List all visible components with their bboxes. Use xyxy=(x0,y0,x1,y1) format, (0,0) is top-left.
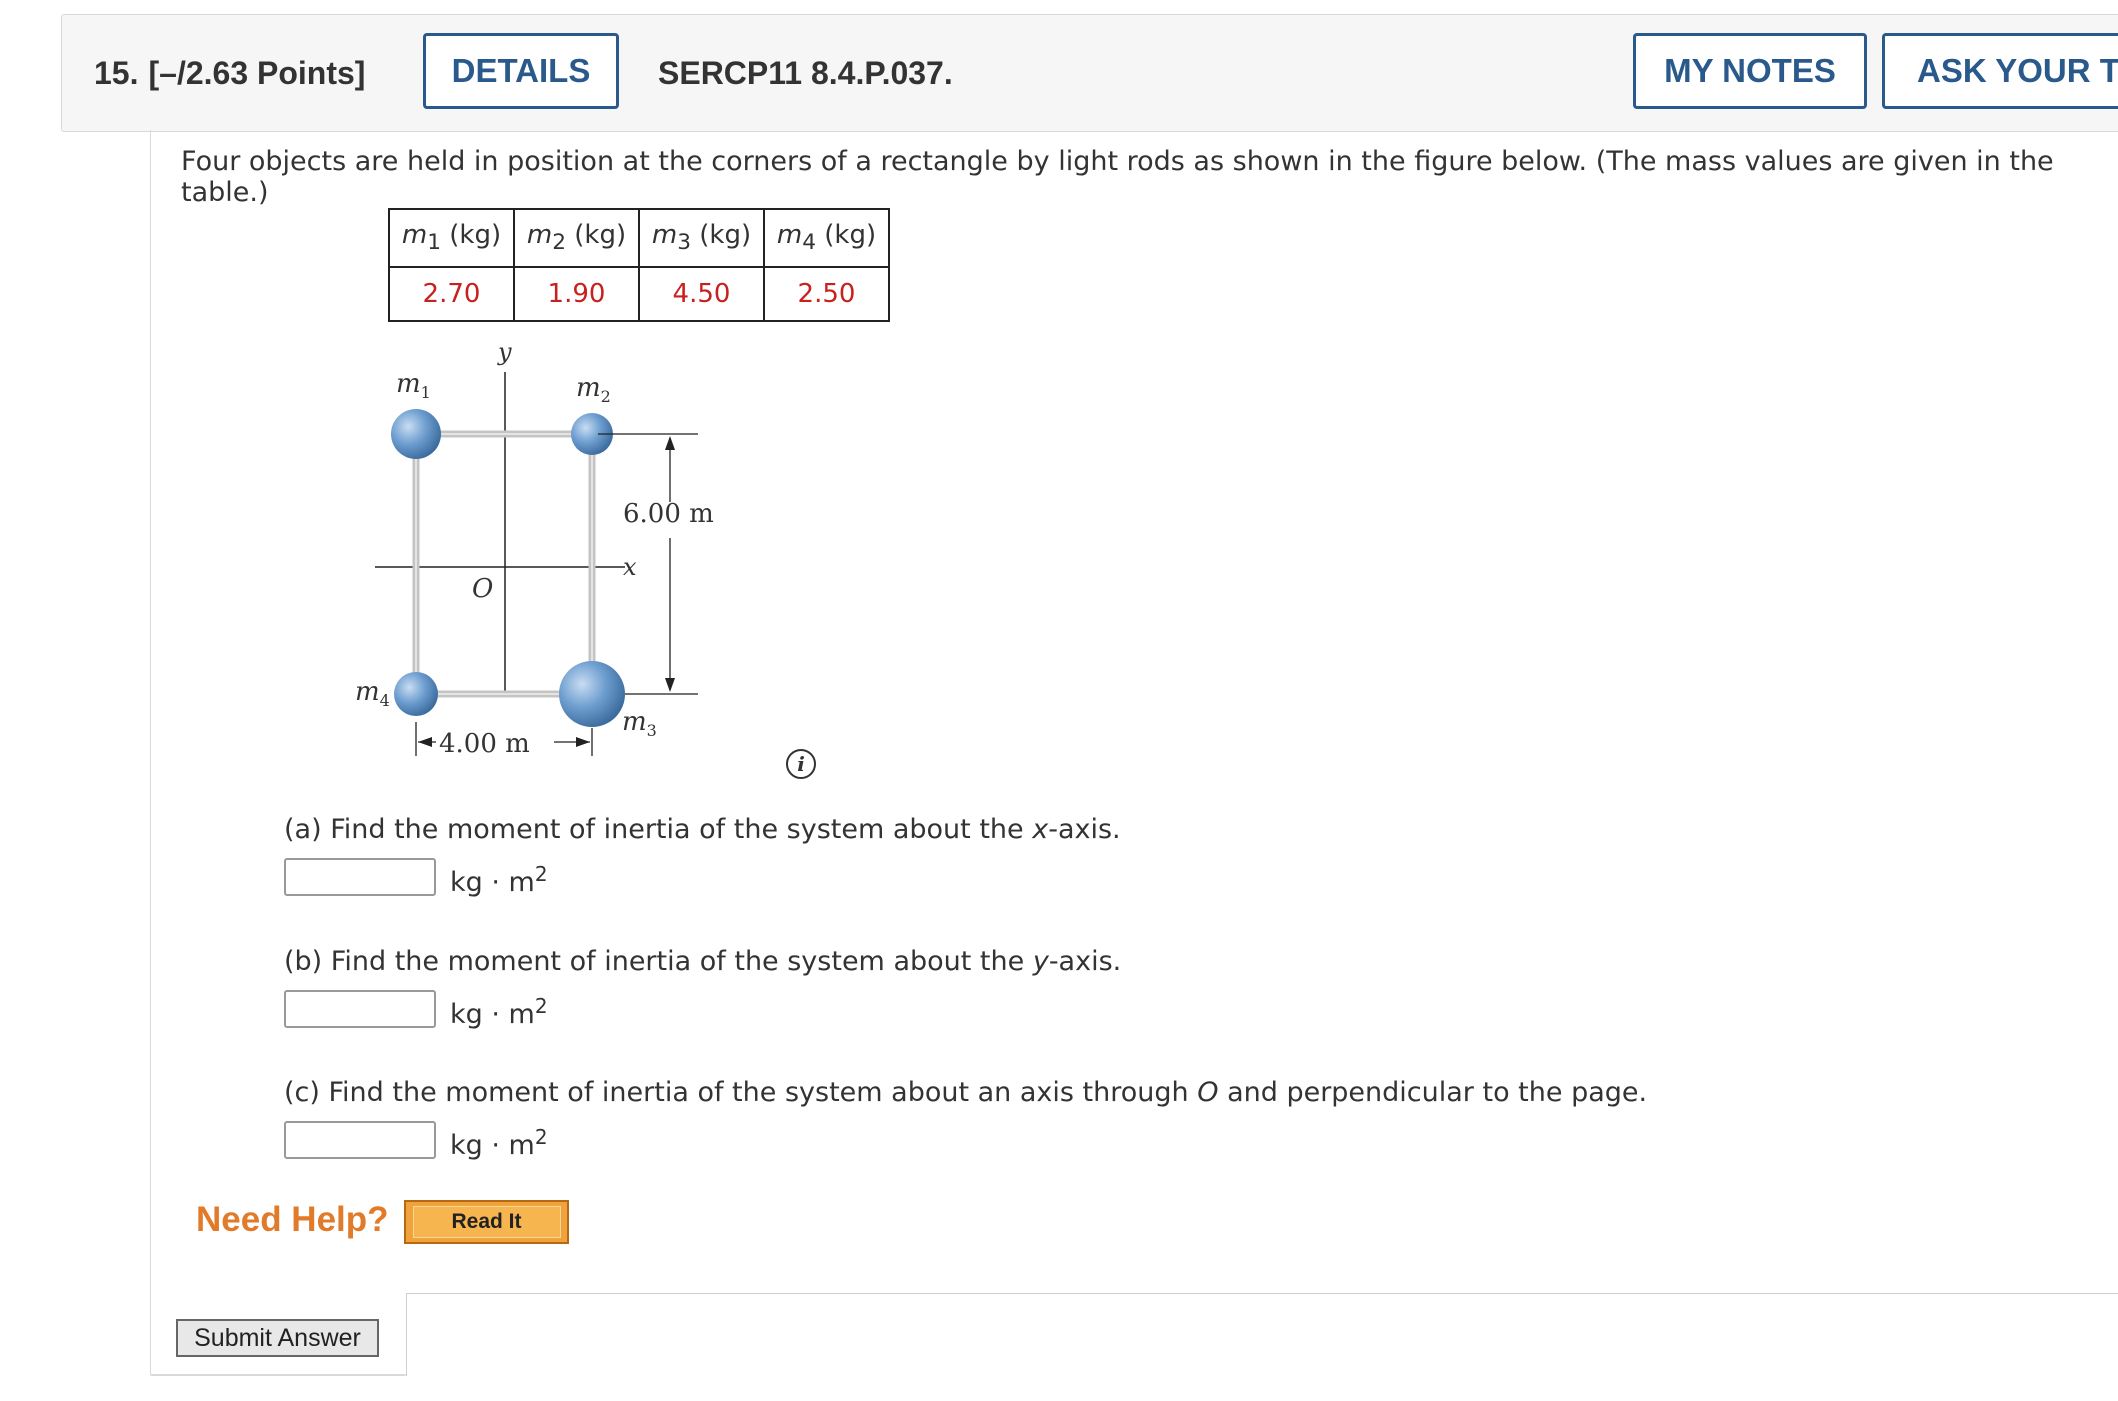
part-c-unit: kg · m2 xyxy=(450,1125,548,1161)
submit-answer-button[interactable]: Submit Answer xyxy=(176,1319,379,1357)
section-divider-vertical xyxy=(406,1293,407,1376)
body-bottom-border xyxy=(150,1374,406,1376)
part-c-question: (c) Find the moment of inertia of the sy… xyxy=(284,1077,1648,1108)
figure-info-icon[interactable]: i xyxy=(786,749,816,779)
part-b-unit: kg · m2 xyxy=(450,994,548,1030)
mass-table-header: m3 (kg) xyxy=(638,208,765,268)
origin-label: O xyxy=(472,574,493,604)
mass-table-header: m4 (kg) xyxy=(763,208,890,268)
y-axis-label: y xyxy=(497,338,512,366)
mass-table: m1 (kg) m2 (kg) m3 (kg) m4 (kg) 2.70 1.9… xyxy=(388,208,890,322)
m4-label: m4 xyxy=(355,677,390,710)
read-it-label: Read It xyxy=(412,1206,561,1238)
x-axis-label: x xyxy=(623,553,637,581)
problem-statement: Four objects are held in position at the… xyxy=(181,146,2054,208)
question-number: 15. xyxy=(94,55,139,91)
read-it-button[interactable]: Read It xyxy=(404,1200,569,1244)
part-b-answer-input[interactable] xyxy=(284,990,436,1028)
question-header: 15. [–/2.63 Points] DETAILS SERCP11 8.4.P… xyxy=(61,14,2118,132)
details-button[interactable]: DETAILS xyxy=(423,33,619,109)
mass-table-value-row: 2.70 1.90 4.50 2.50 xyxy=(388,266,890,322)
m2-label: m2 xyxy=(576,373,611,406)
rectangle-masses-figure: y x O m1 m2 m3 m4 6.00 m 4.00 m xyxy=(355,338,714,759)
my-notes-button[interactable]: MY NOTES xyxy=(1633,33,1867,109)
mass-value-m1: 2.70 xyxy=(388,266,515,322)
width-dimension-label: 4.00 m xyxy=(439,729,530,759)
m3-label: m3 xyxy=(622,707,657,740)
part-a-answer-input[interactable] xyxy=(284,858,436,896)
mass-m4 xyxy=(394,672,438,716)
mass-table-header-row: m1 (kg) m2 (kg) m3 (kg) m4 (kg) xyxy=(388,208,890,268)
m1-label: m1 xyxy=(396,369,431,402)
rods xyxy=(412,430,596,698)
points-label: [–/2.63 Points] xyxy=(148,55,366,91)
mass-value-m4: 2.50 xyxy=(763,266,890,322)
question-title: 15. [–/2.63 Points] xyxy=(94,55,365,92)
height-dimension xyxy=(598,433,698,695)
mass-value-m3: 4.50 xyxy=(638,266,765,322)
part-a-question: (a) Find the moment of inertia of the sy… xyxy=(284,814,1121,845)
mass-table-header: m1 (kg) xyxy=(388,208,515,268)
mass-m3 xyxy=(559,661,625,727)
mass-m1 xyxy=(391,409,441,459)
mass-value-m2: 1.90 xyxy=(513,266,640,322)
ask-teacher-button[interactable]: ASK YOUR TE xyxy=(1882,33,2118,109)
part-b-question: (b) Find the moment of inertia of the sy… xyxy=(284,946,1122,977)
need-help-label: Need Help? xyxy=(196,1200,389,1239)
problem-code: SERCP11 8.4.P.037. xyxy=(658,55,953,91)
mass-table-header: m2 (kg) xyxy=(513,208,640,268)
part-a-unit: kg · m2 xyxy=(450,862,548,898)
section-divider xyxy=(406,1293,2118,1294)
part-c-answer-input[interactable] xyxy=(284,1121,436,1159)
height-dimension-label: 6.00 m xyxy=(623,499,714,529)
